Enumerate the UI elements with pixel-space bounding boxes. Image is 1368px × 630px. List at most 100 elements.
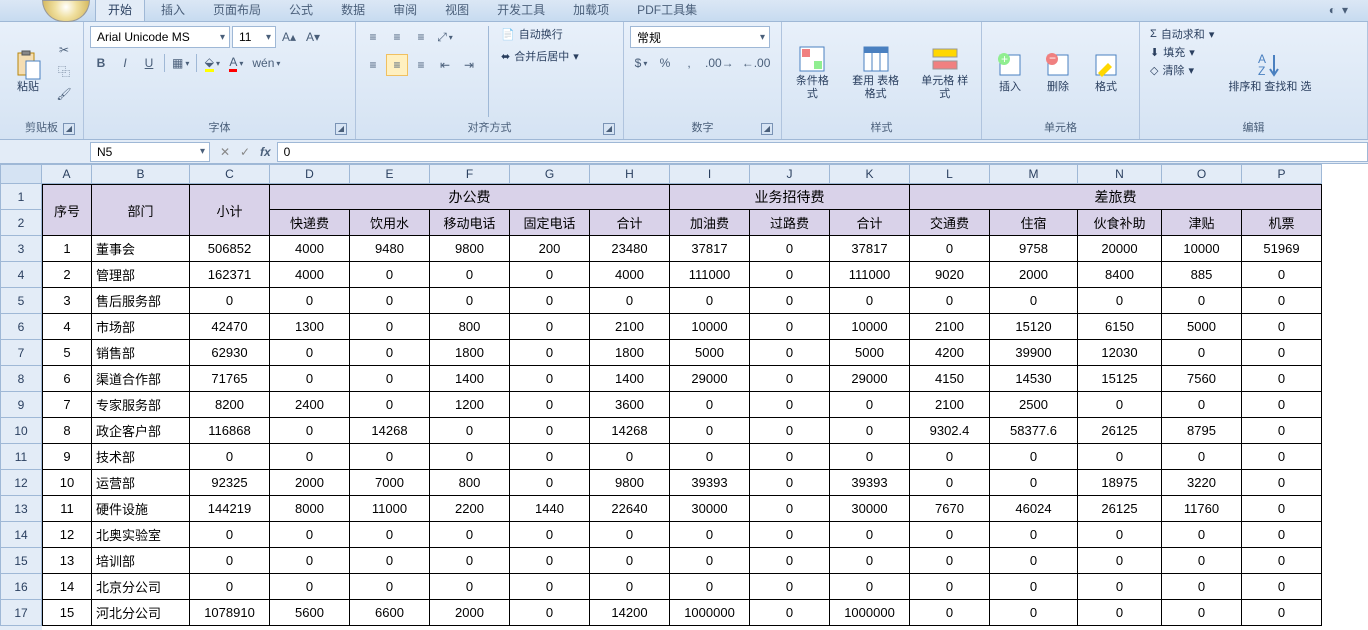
cell[interactable]: 800 [430, 314, 510, 340]
tab-9[interactable]: PDF工具集 [625, 0, 709, 21]
cell[interactable]: 0 [750, 340, 830, 366]
cell[interactable]: 0 [750, 522, 830, 548]
cell[interactable]: 0 [990, 522, 1078, 548]
cell[interactable]: 5000 [670, 340, 750, 366]
cell[interactable]: 14530 [990, 366, 1078, 392]
cell[interactable]: 0 [1162, 522, 1242, 548]
cell[interactable]: 0 [590, 574, 670, 600]
cell[interactable]: 0 [190, 444, 270, 470]
cell[interactable]: 29000 [670, 366, 750, 392]
cell[interactable]: 0 [1242, 314, 1322, 340]
cell[interactable]: 0 [270, 418, 350, 444]
cell[interactable]: 14200 [590, 600, 670, 626]
cell[interactable]: 0 [750, 574, 830, 600]
comma-button[interactable]: , [678, 52, 700, 74]
cell[interactable]: 津贴 [1162, 210, 1242, 236]
cell[interactable]: 1400 [590, 366, 670, 392]
help-icon[interactable]: ◐ [1329, 3, 1336, 17]
cell[interactable]: 11760 [1162, 496, 1242, 522]
tab-4[interactable]: 数据 [329, 0, 377, 21]
cell[interactable]: 30000 [830, 496, 910, 522]
cell[interactable]: 0 [750, 262, 830, 288]
cell[interactable]: 0 [750, 418, 830, 444]
cell[interactable]: 30000 [670, 496, 750, 522]
cancel-formula-icon[interactable]: ✕ [216, 145, 234, 159]
cell[interactable]: 71765 [190, 366, 270, 392]
currency-button[interactable]: $ [630, 52, 652, 74]
cell[interactable]: 15120 [990, 314, 1078, 340]
cell[interactable]: 8795 [1162, 418, 1242, 444]
cell[interactable]: 10000 [670, 314, 750, 340]
conditional-format-button[interactable]: 条件格式 [788, 26, 837, 117]
cell[interactable]: 1300 [270, 314, 350, 340]
clear-button[interactable]: ◇ 清除 ▾ [1146, 62, 1218, 78]
cell[interactable]: 2100 [590, 314, 670, 340]
cell[interactable]: 111000 [830, 262, 910, 288]
cell[interactable]: 0 [670, 574, 750, 600]
cell[interactable]: 39900 [990, 340, 1078, 366]
row-header[interactable]: 10 [0, 418, 42, 444]
col-header[interactable]: A [42, 164, 92, 184]
enter-formula-icon[interactable]: ✓ [236, 145, 254, 159]
align-top-button[interactable]: ≡ [362, 26, 384, 48]
insert-cells-button[interactable]: + 插入 [988, 26, 1032, 117]
grow-font-button[interactable]: A▴ [278, 26, 300, 48]
cell[interactable]: 加油费 [670, 210, 750, 236]
cell[interactable]: 7 [42, 392, 92, 418]
cell[interactable]: 伙食补助 [1078, 210, 1162, 236]
row-header[interactable]: 9 [0, 392, 42, 418]
cell[interactable]: 管理部 [92, 262, 190, 288]
tab-1[interactable]: 插入 [149, 0, 197, 21]
align-left-button[interactable]: ≡ [362, 54, 384, 76]
cell[interactable]: 售后服务部 [92, 288, 190, 314]
bold-button[interactable]: B [90, 52, 112, 74]
cell[interactable]: 0 [910, 288, 990, 314]
cell[interactable]: 885 [1162, 262, 1242, 288]
cell[interactable]: 0 [910, 574, 990, 600]
cell[interactable]: 0 [510, 470, 590, 496]
cell[interactable]: 培训部 [92, 548, 190, 574]
cell[interactable]: 2200 [430, 496, 510, 522]
cell[interactable]: 37817 [670, 236, 750, 262]
cell[interactable]: 0 [350, 288, 430, 314]
delete-cells-button[interactable]: − 删除 [1036, 26, 1080, 117]
col-header[interactable]: N [1078, 164, 1162, 184]
cell[interactable]: 0 [990, 548, 1078, 574]
cell[interactable]: 9758 [990, 236, 1078, 262]
font-name-combo[interactable]: Arial Unicode MS [90, 26, 230, 48]
col-header[interactable]: B [92, 164, 190, 184]
cell[interactable]: 0 [750, 288, 830, 314]
cell[interactable]: 饮用水 [350, 210, 430, 236]
cell[interactable]: 0 [430, 288, 510, 314]
cell[interactable]: 市场部 [92, 314, 190, 340]
row-header[interactable]: 14 [0, 522, 42, 548]
col-header[interactable]: P [1242, 164, 1322, 184]
cell-styles-button[interactable]: 单元格 样式 [914, 26, 975, 117]
minimize-ribbon-icon[interactable]: ▾ [1342, 3, 1348, 17]
paste-button[interactable]: 粘贴 [6, 26, 50, 117]
tab-8[interactable]: 加载项 [561, 0, 621, 21]
cell[interactable]: 0 [670, 444, 750, 470]
cell[interactable]: 0 [1242, 366, 1322, 392]
cell[interactable]: 北奥实验室 [92, 522, 190, 548]
cell[interactable]: 0 [670, 392, 750, 418]
align-right-button[interactable]: ≡ [410, 54, 432, 76]
border-button[interactable]: ▦ [169, 52, 192, 74]
cell[interactable]: 0 [510, 314, 590, 340]
cell[interactable]: 12030 [1078, 340, 1162, 366]
cell[interactable]: 0 [430, 418, 510, 444]
cell[interactable]: 46024 [990, 496, 1078, 522]
row-header[interactable]: 3 [0, 236, 42, 262]
cell[interactable]: 0 [670, 548, 750, 574]
cell[interactable]: 0 [910, 548, 990, 574]
font-dialog-launcher[interactable]: ◢ [335, 123, 347, 135]
underline-button[interactable]: U [138, 52, 160, 74]
shrink-font-button[interactable]: A▾ [302, 26, 324, 48]
cell[interactable]: 2500 [990, 392, 1078, 418]
row-header[interactable]: 7 [0, 340, 42, 366]
cell[interactable]: 0 [350, 522, 430, 548]
cell[interactable]: 0 [1242, 262, 1322, 288]
cell[interactable]: 0 [510, 288, 590, 314]
cell[interactable]: 0 [190, 574, 270, 600]
row-header[interactable]: 16 [0, 574, 42, 600]
